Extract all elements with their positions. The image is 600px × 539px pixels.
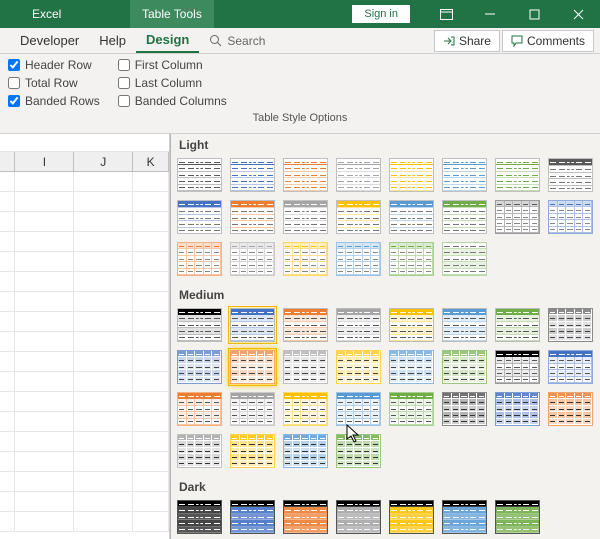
table-style-swatch[interactable] <box>228 432 277 470</box>
table-style-swatch[interactable] <box>334 306 383 344</box>
table-style-swatch[interactable] <box>228 240 277 278</box>
app-title: Excel <box>32 7 61 21</box>
tab-design[interactable]: Design <box>136 28 199 53</box>
table-style-swatch[interactable] <box>493 156 542 194</box>
table-style-swatch[interactable] <box>281 498 330 536</box>
maximize-button[interactable] <box>512 0 556 28</box>
table-style-swatch[interactable] <box>387 198 436 236</box>
title-bar: Excel Table Tools Sign in <box>0 0 600 28</box>
table-style-swatch[interactable] <box>175 156 224 194</box>
table-style-swatch[interactable] <box>387 306 436 344</box>
table-style-swatch[interactable] <box>228 348 277 386</box>
ribbon-display-options-button[interactable] <box>424 0 468 28</box>
table-style-swatch[interactable] <box>228 156 277 194</box>
table-style-swatch[interactable] <box>440 306 489 344</box>
ribbon-tabs: Developer Help Design Search Share Comme… <box>0 28 600 54</box>
share-button[interactable]: Share <box>434 30 500 52</box>
table-style-swatch[interactable] <box>281 432 330 470</box>
group-caption: Table Style Options <box>8 112 592 124</box>
header-row-checkbox[interactable]: Header Row <box>8 58 100 72</box>
table-style-swatch[interactable] <box>387 156 436 194</box>
table-style-swatch[interactable] <box>440 498 489 536</box>
search-icon <box>209 34 222 47</box>
table-style-swatch[interactable] <box>281 240 330 278</box>
table-style-swatch[interactable] <box>334 432 383 470</box>
total-row-checkbox[interactable]: Total Row <box>8 76 100 90</box>
table-style-swatch[interactable] <box>228 390 277 428</box>
table-style-swatch[interactable] <box>281 156 330 194</box>
table-style-swatch[interactable] <box>546 306 595 344</box>
table-style-swatch[interactable] <box>546 156 595 194</box>
table-style-swatch[interactable] <box>334 240 383 278</box>
table-style-swatch[interactable] <box>493 498 542 536</box>
table-style-swatch[interactable] <box>493 306 542 344</box>
table-style-swatch[interactable] <box>175 198 224 236</box>
table-style-swatch[interactable] <box>175 348 224 386</box>
table-style-swatch[interactable] <box>175 240 224 278</box>
table-style-swatch[interactable] <box>281 306 330 344</box>
table-style-swatch[interactable] <box>387 348 436 386</box>
contextual-tab-label: Table Tools <box>130 0 214 28</box>
section-light: Light <box>171 134 600 154</box>
table-style-swatch[interactable] <box>493 390 542 428</box>
table-style-swatch[interactable] <box>440 390 489 428</box>
close-button[interactable] <box>556 0 600 28</box>
table-style-swatch[interactable] <box>440 240 489 278</box>
worksheet[interactable]: I J K <box>0 134 170 539</box>
comment-icon <box>511 35 523 47</box>
table-style-swatch[interactable] <box>546 198 595 236</box>
minimize-button[interactable] <box>468 0 512 28</box>
tell-me-search[interactable]: Search <box>199 34 275 48</box>
table-style-swatch[interactable] <box>387 498 436 536</box>
table-style-swatch[interactable] <box>546 348 595 386</box>
share-icon <box>443 35 455 47</box>
table-style-swatch[interactable] <box>334 156 383 194</box>
sign-in-button[interactable]: Sign in <box>352 5 410 23</box>
table-style-swatch[interactable] <box>228 306 277 344</box>
table-style-swatch[interactable] <box>228 498 277 536</box>
table-style-swatch[interactable] <box>546 390 595 428</box>
table-style-swatch[interactable] <box>440 156 489 194</box>
table-style-swatch[interactable] <box>387 390 436 428</box>
table-style-swatch[interactable] <box>334 390 383 428</box>
section-medium: Medium <box>171 284 600 304</box>
comments-button[interactable]: Comments <box>502 30 594 52</box>
last-column-checkbox[interactable]: Last Column <box>118 76 227 90</box>
column-header[interactable]: I <box>15 152 74 171</box>
table-style-swatch[interactable] <box>334 498 383 536</box>
banded-columns-checkbox[interactable]: Banded Columns <box>118 94 227 108</box>
table-style-swatch[interactable] <box>334 348 383 386</box>
table-style-swatch[interactable] <box>175 432 224 470</box>
table-style-swatch[interactable] <box>387 240 436 278</box>
table-style-swatch[interactable] <box>493 348 542 386</box>
table-style-swatch[interactable] <box>281 390 330 428</box>
table-style-swatch[interactable] <box>175 498 224 536</box>
column-headers: I J K <box>0 152 169 172</box>
table-style-swatch[interactable] <box>334 198 383 236</box>
section-dark: Dark <box>171 476 600 496</box>
column-header[interactable]: K <box>133 152 169 171</box>
table-style-swatch[interactable] <box>281 348 330 386</box>
search-placeholder: Search <box>227 34 265 48</box>
tab-developer[interactable]: Developer <box>10 28 89 53</box>
banded-rows-checkbox[interactable]: Banded Rows <box>8 94 100 108</box>
table-style-swatch[interactable] <box>440 348 489 386</box>
table-style-swatch[interactable] <box>175 306 224 344</box>
table-style-swatch[interactable] <box>493 198 542 236</box>
table-styles-gallery[interactable]: Light Medium Dark <box>170 134 600 539</box>
column-header[interactable]: J <box>74 152 133 171</box>
table-style-swatch[interactable] <box>440 198 489 236</box>
table-style-swatch[interactable] <box>175 390 224 428</box>
table-style-options-group: Header Row Total Row Banded Rows First C… <box>0 54 600 134</box>
first-column-checkbox[interactable]: First Column <box>118 58 227 72</box>
table-style-swatch[interactable] <box>281 198 330 236</box>
tab-help[interactable]: Help <box>89 28 136 53</box>
table-style-swatch[interactable] <box>228 198 277 236</box>
